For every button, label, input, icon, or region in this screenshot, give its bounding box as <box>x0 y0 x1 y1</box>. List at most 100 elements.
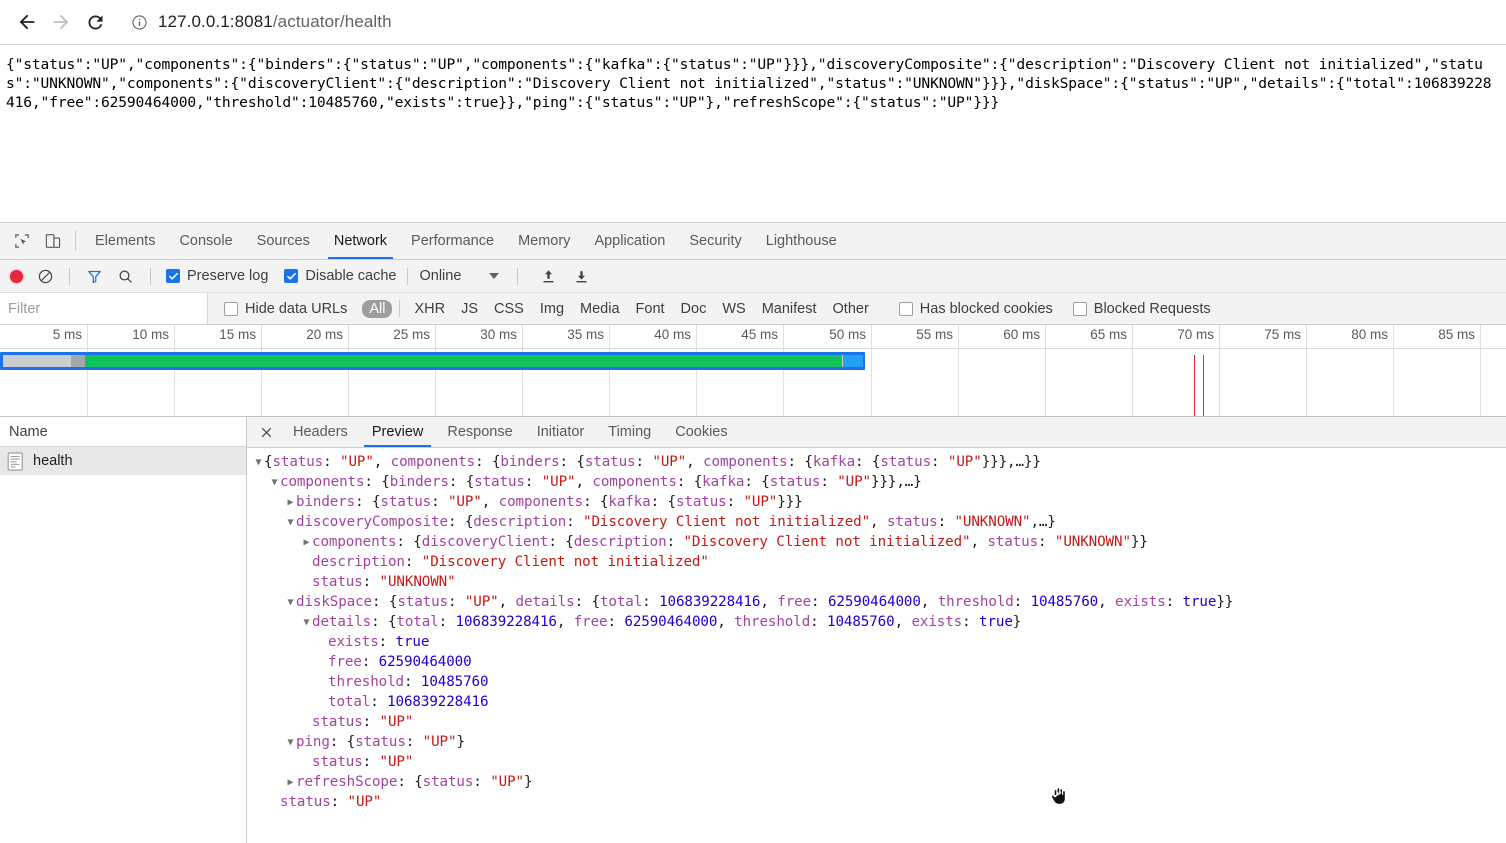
json-punctuation: }}},…} <box>871 474 922 490</box>
network-overview-timeline[interactable]: 5 ms 10 ms 15 ms 20 ms 25 ms 30 ms 35 ms 40 ms 4… <box>0 325 1506 417</box>
json-tree-row[interactable]: free: 62590464000 <box>247 652 1506 672</box>
filter-input[interactable]: Filter <box>0 293 208 324</box>
detail-tab-timing[interactable]: Timing <box>596 417 663 447</box>
json-tree-row[interactable]: ▼ {status: "UP", components: {binders: {s… <box>247 452 1506 472</box>
chevron-down-icon[interactable]: ▼ <box>285 513 296 533</box>
tab-console[interactable]: Console <box>167 223 244 259</box>
reload-button[interactable] <box>78 5 112 39</box>
json-tree-row[interactable]: status: "UNKNOWN" <box>247 572 1506 592</box>
chevron-right-icon[interactable]: ▶ <box>301 533 312 553</box>
type-filter-all[interactable]: All <box>362 299 393 318</box>
request-row[interactable]: health <box>0 447 246 475</box>
tab-sources[interactable]: Sources <box>245 223 322 259</box>
type-filter-xhr[interactable]: XHR <box>407 300 452 318</box>
detail-tab-initiator[interactable]: Initiator <box>525 417 597 447</box>
tab-lighthouse[interactable]: Lighthouse <box>754 223 849 259</box>
forward-button[interactable] <box>44 5 78 39</box>
timeline-gridline <box>783 325 784 416</box>
type-filter-img[interactable]: Img <box>533 300 571 318</box>
close-detail-button[interactable] <box>251 417 281 447</box>
inspect-element-icon[interactable] <box>6 223 37 259</box>
import-har-button[interactable] <box>532 260 565 292</box>
json-punctuation: : <box>447 594 465 610</box>
json-punctuation: : <box>820 474 838 490</box>
chevron-down-icon[interactable]: ▼ <box>253 453 264 473</box>
disable-cache-checkbox[interactable]: Disable cache <box>270 260 398 292</box>
detail-tab-cookies[interactable]: Cookies <box>663 417 739 447</box>
json-tree-row[interactable]: ▼ discoveryComposite: {description: "Disc… <box>247 512 1506 532</box>
throttling-select[interactable]: Online <box>417 260 500 292</box>
device-toolbar-icon[interactable] <box>37 223 68 259</box>
json-punctuation: : <box>323 454 340 470</box>
type-filter-font[interactable]: Font <box>629 300 672 318</box>
json-tree-row[interactable]: status: "UP" <box>247 792 1506 812</box>
tab-network[interactable]: Network <box>322 223 399 259</box>
timeline-gridline <box>522 325 523 416</box>
json-tree-row[interactable]: status: "UP" <box>247 752 1506 772</box>
json-tree-row[interactable]: ▶ binders: {status: "UP", components: {ka… <box>247 492 1506 512</box>
json-punctuation: : <box>1013 594 1031 610</box>
chevron-down-icon <box>489 273 500 279</box>
record-button[interactable] <box>8 260 31 292</box>
json-key: status <box>675 494 727 510</box>
tab-performance[interactable]: Performance <box>399 223 506 259</box>
tab-application[interactable]: Application <box>582 223 677 259</box>
chevron-right-icon[interactable]: ▶ <box>285 773 296 793</box>
json-punctuation: : { <box>364 474 390 490</box>
json-tree-row[interactable]: threshold: 10485760 <box>247 672 1506 692</box>
type-filter-js[interactable]: JS <box>454 300 485 318</box>
json-tree-row[interactable]: exists: true <box>247 632 1506 652</box>
json-tree-row[interactable]: ▼ ping: {status: "UP"} <box>247 732 1506 752</box>
json-punctuation: : { <box>650 494 676 510</box>
json-key: threshold <box>937 594 1014 610</box>
preserve-log-checkbox[interactable]: Preserve log <box>160 260 270 292</box>
json-key: total <box>328 694 371 710</box>
json-tree-row[interactable]: total: 106839228416 <box>247 692 1506 712</box>
request-list-header[interactable]: Name <box>0 417 246 447</box>
type-filter-css[interactable]: CSS <box>487 300 531 318</box>
json-key: status <box>397 594 448 610</box>
has-blocked-cookies-checkbox[interactable]: Has blocked cookies <box>877 293 1055 324</box>
json-string-value: "UP" <box>837 474 872 490</box>
detail-tab-headers[interactable]: Headers <box>281 417 360 447</box>
type-filter-doc[interactable]: Doc <box>674 300 714 318</box>
tab-elements[interactable]: Elements <box>83 223 167 259</box>
json-key: binders <box>389 474 449 490</box>
blocked-requests-checkbox[interactable]: Blocked Requests <box>1055 293 1213 324</box>
chevron-down-icon[interactable]: ▼ <box>285 733 296 753</box>
site-info-icon[interactable] <box>128 11 150 33</box>
json-tree-row[interactable]: ▼ diskSpace: {status: "UP", details: {tot… <box>247 592 1506 612</box>
json-tree-row[interactable]: ▶ refreshScope: {status: "UP"} <box>247 772 1506 792</box>
type-filter-manifest[interactable]: Manifest <box>755 300 824 318</box>
preserve-log-label: Preserve log <box>187 268 269 284</box>
tab-memory[interactable]: Memory <box>506 223 582 259</box>
detail-tab-preview[interactable]: Preview <box>360 417 436 447</box>
json-tree-row[interactable]: ▼ components: {binders: {status: "UP", co… <box>247 472 1506 492</box>
address-bar[interactable]: 127.0.0.1:8081/actuator/health <box>122 7 1496 37</box>
type-filter-other[interactable]: Other <box>826 300 876 318</box>
export-har-button[interactable] <box>565 260 598 292</box>
request-detail-tabbar: Headers Preview Response Initiator Timing Coo… <box>247 417 1506 448</box>
detail-tab-response[interactable]: Response <box>435 417 524 447</box>
tab-security[interactable]: Security <box>677 223 753 259</box>
clear-button[interactable] <box>31 260 60 292</box>
type-filter-media[interactable]: Media <box>573 300 627 318</box>
chevron-down-icon[interactable]: ▼ <box>285 593 296 613</box>
json-key: exists <box>328 634 379 650</box>
json-tree-row[interactable]: ▶ components: {discoveryClient: {descript… <box>247 532 1506 552</box>
json-number-value: 106839228416 <box>387 694 489 710</box>
hide-data-urls-checkbox[interactable]: Hide data URLs <box>208 293 349 324</box>
back-button[interactable] <box>10 5 44 39</box>
chevron-down-icon[interactable]: ▼ <box>269 473 280 493</box>
chevron-right-icon[interactable]: ▶ <box>285 493 296 513</box>
chevron-down-icon[interactable]: ▼ <box>301 613 312 633</box>
json-tree-row[interactable]: ▼ details: {total: 106839228416, free: 62… <box>247 612 1506 632</box>
json-tree-row[interactable]: description: "Discovery Client not initi… <box>247 552 1506 572</box>
search-button[interactable] <box>110 260 141 292</box>
json-tree-row[interactable]: status: "UP" <box>247 712 1506 732</box>
filter-toggle-button[interactable] <box>79 260 110 292</box>
type-filter-ws[interactable]: WS <box>715 300 752 318</box>
json-preview-tree[interactable]: ▼ {status: "UP", components: {binders: {s… <box>247 448 1506 843</box>
